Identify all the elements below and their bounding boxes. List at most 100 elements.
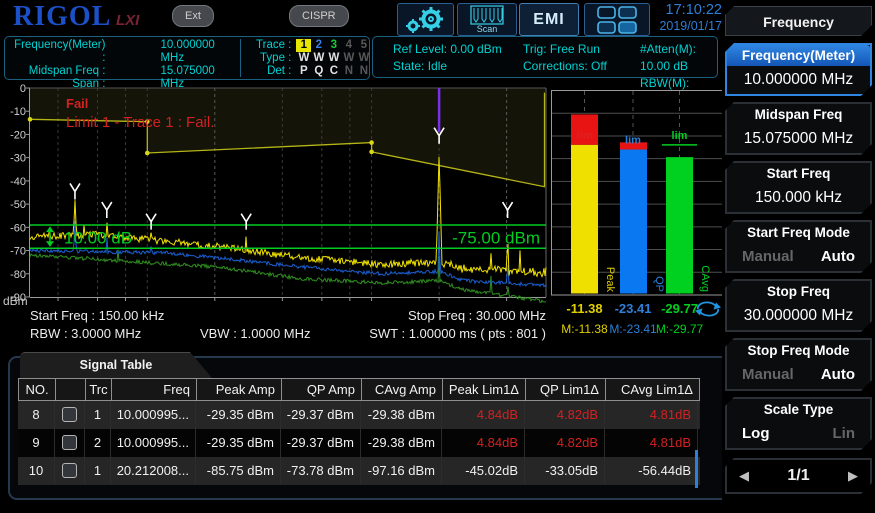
column-header[interactable]: Peak Lim1Δ (443, 379, 526, 400)
scan-label: Scan (477, 25, 498, 34)
trace-label: Trace : (247, 39, 291, 52)
cell-peak-amp: -29.35 dBm (196, 429, 281, 457)
toggle-option-manual[interactable]: Manual (742, 361, 794, 389)
row-checkbox[interactable] (62, 407, 77, 422)
softkey-stop-freq-mode[interactable]: Stop Freq ModeManualAuto (725, 338, 872, 391)
cell-qp-lim: 4.82dB (525, 401, 605, 429)
table-header-row: NO. TrcFreqPeak AmpQP AmpCAvg AmpPeak Lim… (18, 378, 700, 401)
table-row[interactable]: 10120.212008...-85.75 dBm-73.78 dBm-97.1… (18, 457, 700, 485)
trace-chip[interactable]: 5 (356, 39, 371, 52)
delta-label: 10.00 dB (64, 229, 132, 248)
type-chip[interactable]: W (311, 52, 326, 65)
meter-bar-name: CAvg (699, 265, 711, 292)
det-chip[interactable]: C (326, 65, 341, 78)
toggle-option-manual[interactable]: Manual (742, 243, 794, 271)
det-chip[interactable]: P (296, 65, 311, 78)
type-chip[interactable]: W (296, 52, 311, 65)
page-next-icon[interactable]: ▶ (848, 468, 858, 484)
table-row[interactable]: 9210.000995...-29.35 dBm-29.37 dBm-29.38… (18, 429, 700, 457)
softkey-start-freq[interactable]: Start Freq150.000 kHz (725, 161, 872, 214)
column-header[interactable]: NO. (19, 379, 56, 400)
cell-qp-amp: -29.37 dBm (281, 401, 361, 429)
signal-table: NO. TrcFreqPeak AmpQP AmpCAvg AmpPeak Lim… (18, 378, 700, 485)
column-header[interactable]: Peak Amp (197, 379, 282, 400)
type-chip[interactable]: W (341, 52, 356, 65)
softkey-label: Scale Type (727, 399, 870, 420)
y-tick-label: -10 (10, 106, 26, 118)
grid-icon (596, 6, 638, 34)
status-value: 10.000000 MHz (160, 39, 230, 65)
page-prev-icon[interactable]: ◀ (739, 468, 749, 484)
table-row[interactable]: 8110.000995...-29.35 dBm-29.37 dBm-29.38… (18, 401, 700, 429)
layout-button[interactable] (584, 3, 650, 36)
toggle-option-log[interactable]: Log (742, 420, 770, 448)
ext-button[interactable]: Ext (172, 5, 214, 27)
spectrum-plot: 0-10-20-30-40-50-60-70-80-90dBm10.00 dB-… (0, 80, 548, 310)
loop-icon (700, 309, 718, 316)
column-header[interactable]: CAvg Lim1Δ (606, 379, 699, 400)
toggle-option-lin[interactable]: Lin (833, 420, 856, 448)
cispr-button[interactable]: CISPR (289, 5, 349, 27)
row-checkbox[interactable] (62, 463, 77, 478)
det-chip[interactable]: Q (311, 65, 326, 78)
column-header[interactable]: Freq (112, 379, 197, 400)
status-col-ref: Ref Level: 0.00 dBmState: Idle (393, 41, 523, 77)
status-col-trig: Trig: Free RunCorrections: Off (523, 41, 640, 77)
cell-qp-lim: -33.05dB (525, 457, 605, 485)
softkey-start-freq-mode[interactable]: Start Freq ModeManual Auto (725, 220, 872, 273)
status-label: Midspan Freq : (9, 65, 105, 78)
column-header[interactable]: QP Amp (282, 379, 362, 400)
meter-value: -23.41 (615, 301, 652, 316)
trace-chip[interactable]: 4 (341, 39, 356, 52)
column-header[interactable]: CAvg Amp (362, 379, 443, 400)
y-tick-label: -30 (10, 153, 26, 165)
peak-marker-icon (102, 202, 112, 218)
status-line: Ref Level: 0.00 dBm (393, 41, 523, 58)
softkey-scale-type[interactable]: Scale TypeLog Lin (725, 397, 872, 450)
start-freq-readout: Start Freq : 150.00 kHz (30, 308, 164, 323)
limit-vertex-dot (369, 140, 374, 145)
cell-cavg-amp: -29.38 dBm (361, 429, 442, 457)
cell-trc: 1 (85, 457, 111, 485)
limit-vertex-dot (369, 150, 374, 155)
toggle-option-auto[interactable]: Auto (821, 243, 855, 271)
meter-max-value: M:-23.41 (609, 322, 657, 336)
cell-select (55, 401, 85, 429)
lxi-badge: LXI (116, 12, 139, 29)
type-chip[interactable]: W (356, 52, 371, 65)
toggle-option-auto[interactable]: Auto (821, 361, 855, 389)
limit-vertex-dot (28, 117, 33, 122)
cell-cavg-lim: 4.81dB (605, 429, 698, 457)
det-chip[interactable]: N (356, 65, 371, 78)
table-scrollbar[interactable] (695, 450, 698, 488)
meter-bar-name: QP (653, 276, 665, 292)
softkey-frequency-meter-[interactable]: Frequency(Meter)10.000000 MHz (725, 43, 872, 96)
y-tick-label: -80 (10, 269, 26, 281)
det-chip[interactable]: N (341, 65, 356, 78)
display-line-label: -75.00 dBm (452, 229, 540, 248)
signal-table-tab[interactable]: Signal Table (20, 352, 212, 378)
softkey-stop-freq[interactable]: Stop Freq30.000000 MHz (725, 279, 872, 332)
trace-chip[interactable]: 3 (326, 39, 341, 52)
column-header[interactable]: Trc (86, 379, 112, 400)
cell-peak-lim: 4.84dB (442, 429, 525, 457)
scan-button[interactable]: Scan (457, 3, 517, 36)
row-checkbox[interactable] (62, 435, 77, 450)
menu-title: Frequency (725, 6, 872, 36)
emi-analyzer-screen: RIGOL LXI Ext CISPR (0, 0, 875, 513)
column-header[interactable]: QP Lim1Δ (526, 379, 606, 400)
emi-mode-button[interactable]: EMI (519, 3, 579, 36)
column-header[interactable] (56, 379, 86, 400)
y-tick-label: -70 (10, 246, 26, 258)
softkey-label: Start Freq Mode (727, 222, 870, 243)
trace-chip[interactable]: 1 (296, 39, 311, 52)
softkey-midspan-freq[interactable]: Midspan Freq15.075000 MHz (725, 102, 872, 155)
meter-bar-panel: limPeak-11.38M:-11.38limQP-23.41M:-23.41… (551, 80, 728, 342)
cell-peak-lim: -45.02dB (442, 457, 525, 485)
settings-button[interactable] (397, 3, 454, 36)
type-chip[interactable]: W (326, 52, 341, 65)
trace-chip[interactable]: 2 (311, 39, 326, 52)
page-navigator: ◀ 1/1 ▶ (725, 458, 872, 494)
peak-marker-icon (503, 202, 513, 218)
softkey-label: Stop Freq (727, 281, 870, 302)
